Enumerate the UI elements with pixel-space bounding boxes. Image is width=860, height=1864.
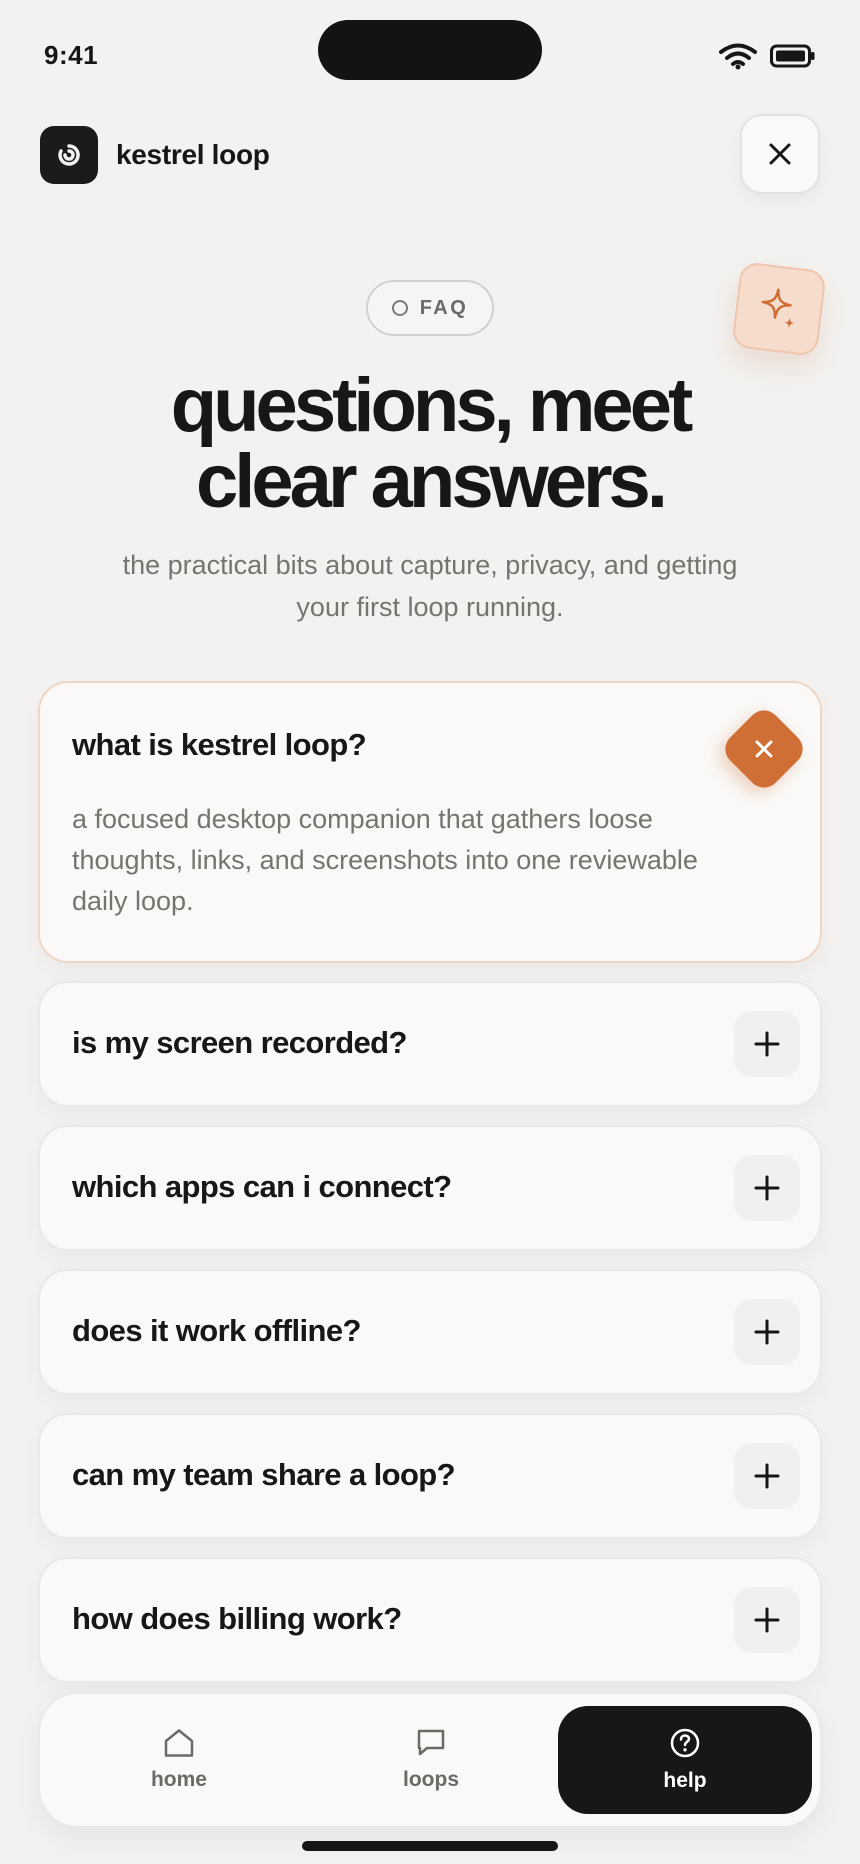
- plus-icon: [754, 1463, 780, 1489]
- home-indicator: [302, 1841, 558, 1851]
- expand-button[interactable]: [734, 1443, 800, 1509]
- status-time: 9:41: [44, 40, 99, 70]
- home-icon: [164, 1729, 194, 1757]
- help-icon: [670, 1728, 700, 1758]
- battery-icon: [770, 44, 815, 68]
- faq-item-billing[interactable]: how does billing work?: [38, 1557, 822, 1683]
- app-name: kestrel loop: [116, 139, 270, 170]
- app-logo: [40, 126, 98, 184]
- close-icon: [755, 740, 773, 758]
- plus-icon: [754, 1175, 780, 1201]
- plus-icon: [754, 1031, 780, 1057]
- expand-button[interactable]: [734, 1299, 800, 1365]
- circle-icon: [391, 300, 408, 316]
- plus-icon: [754, 1319, 780, 1345]
- faq-item-what-is-kestrel-loop[interactable]: what is kestrel loop? a focused desktop …: [38, 681, 822, 963]
- status-bar: 9:41: [0, 0, 860, 110]
- faq-item-team-share[interactable]: can my team share a loop?: [38, 1413, 822, 1539]
- close-icon: [769, 143, 791, 165]
- page-subtitle: the practical bits about capture, privac…: [122, 550, 738, 622]
- faq-item-work-offline[interactable]: does it work offline?: [38, 1269, 822, 1395]
- faq-badge-label: FAQ: [419, 296, 469, 319]
- expand-button[interactable]: [734, 1155, 800, 1221]
- faq-question: can my team share a loop?: [72, 1457, 456, 1492]
- faq-item-connect-apps[interactable]: which apps can i connect?: [38, 1125, 822, 1251]
- sparkle-icon: [761, 288, 795, 329]
- page-title: questions, meet clear answers.: [60, 368, 800, 520]
- loop-logo-icon: [58, 144, 80, 166]
- nav-item-help[interactable]: help: [558, 1706, 812, 1814]
- nav-label-help: help: [663, 1769, 707, 1792]
- page-title-line-2: clear answers.: [196, 439, 668, 524]
- chat-icon: [417, 1729, 445, 1756]
- wifi-icon: [719, 43, 757, 70]
- faq-question: how does billing work?: [72, 1601, 402, 1636]
- nav-item-home[interactable]: home: [52, 1706, 306, 1814]
- faq-answer: a focused desktop companion that gathers…: [72, 804, 698, 916]
- faq-question: what is kestrel loop?: [72, 727, 367, 762]
- faq-badge: FAQ: [366, 280, 494, 336]
- nav-label-home: home: [150, 1768, 207, 1791]
- faq-item-screen-recorded[interactable]: is my screen recorded?: [38, 981, 822, 1107]
- sparkle-badge: [731, 261, 827, 357]
- bottom-nav: home loops help: [38, 1692, 822, 1828]
- plus-icon: [754, 1607, 780, 1633]
- faq-question: which apps can i connect?: [72, 1169, 452, 1204]
- faq-question: is my screen recorded?: [72, 1025, 407, 1060]
- page-title-line-1: questions, meet: [170, 363, 694, 448]
- nav-label-loops: loops: [403, 1768, 459, 1791]
- close-button[interactable]: [740, 114, 820, 194]
- collapse-button[interactable]: [718, 703, 810, 795]
- expand-button[interactable]: [734, 1587, 800, 1653]
- faq-question: does it work offline?: [72, 1313, 361, 1348]
- expand-button[interactable]: [734, 1011, 800, 1077]
- dynamic-island: [318, 20, 542, 80]
- nav-item-loops[interactable]: loops: [304, 1706, 558, 1814]
